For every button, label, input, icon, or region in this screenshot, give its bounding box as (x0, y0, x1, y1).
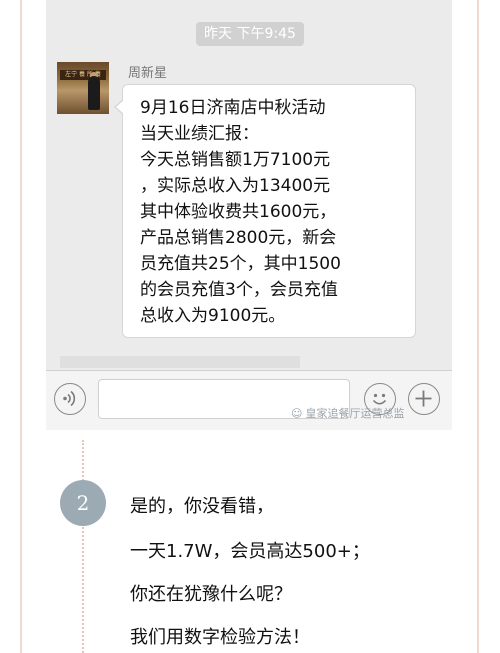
message-line: 其中体验收费共1600元， (140, 202, 337, 222)
message-line: 总收入为9100元。 (140, 306, 286, 326)
plus-icon (415, 390, 432, 407)
message-bubble[interactable]: 9月16日济南店中秋活动 当天业绩汇报： 今天总销售额1万7100元 ，实际总收… (114, 84, 416, 338)
input-bar: ☺ 皇家追餐厅运营总监 (46, 370, 452, 430)
watermark: ☺ 皇家追餐厅运营总监 (291, 405, 404, 421)
message-line: ，实际总收入为13400元 (140, 176, 331, 196)
next-message-peek (60, 356, 300, 368)
message-line: 的会员充值3个，会员充值 (140, 280, 338, 300)
step-number-badge: 2 (60, 480, 106, 526)
watermark-text: 皇家追餐厅运营总监 (305, 407, 405, 420)
timeline-dotted-line (82, 440, 84, 653)
sender-name: 周新星 (128, 66, 168, 81)
article-line: 一天1.7W，会员高达500+； (130, 541, 370, 562)
message-line: 今天总销售额1万7100元 (140, 150, 331, 170)
voice-button[interactable] (54, 383, 86, 415)
message-line: 产品总销售2800元，新会 (140, 228, 337, 248)
article-line: 你还在犹豫什么呢？ (130, 584, 292, 605)
left-border-line (20, 0, 22, 653)
plus-button[interactable] (408, 383, 440, 415)
chat-window: 昨天 下午9:45 左宁 養 所 養 周新星 9月16日济南店中秋活动 当天业绩… (46, 0, 452, 430)
voice-icon (63, 390, 76, 407)
article-line: 是的，你没看错， (130, 496, 274, 517)
avatar-person-body (88, 76, 100, 110)
avatar[interactable]: 左宁 養 所 養 (57, 62, 109, 114)
message-line: 员充值共25个，其中1500 (140, 254, 341, 274)
wechat-icon: ☺ (291, 407, 303, 420)
screenshot-frame: 昨天 下午9:45 左宁 養 所 養 周新星 9月16日济南店中秋活动 当天业绩… (0, 0, 500, 653)
timestamp-chip: 昨天 下午9:45 (196, 22, 304, 46)
message-line: 当天业绩汇报： (140, 124, 259, 144)
right-border-line (477, 0, 479, 653)
article-line: 我们用数字检验方法！ (130, 627, 310, 648)
message-line: 9月16日济南店中秋活动 (140, 98, 326, 118)
